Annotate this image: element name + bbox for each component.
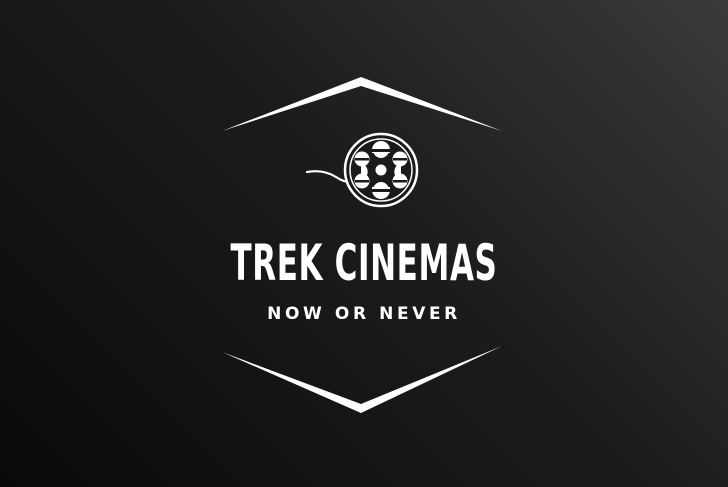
- film-reel-icon: [305, 132, 419, 208]
- brand-name: TREK CINEMAS: [230, 234, 498, 292]
- tagline: NOW OR NEVER: [267, 304, 461, 324]
- top-chevron: [222, 77, 502, 131]
- bottom-chevron: [222, 346, 502, 413]
